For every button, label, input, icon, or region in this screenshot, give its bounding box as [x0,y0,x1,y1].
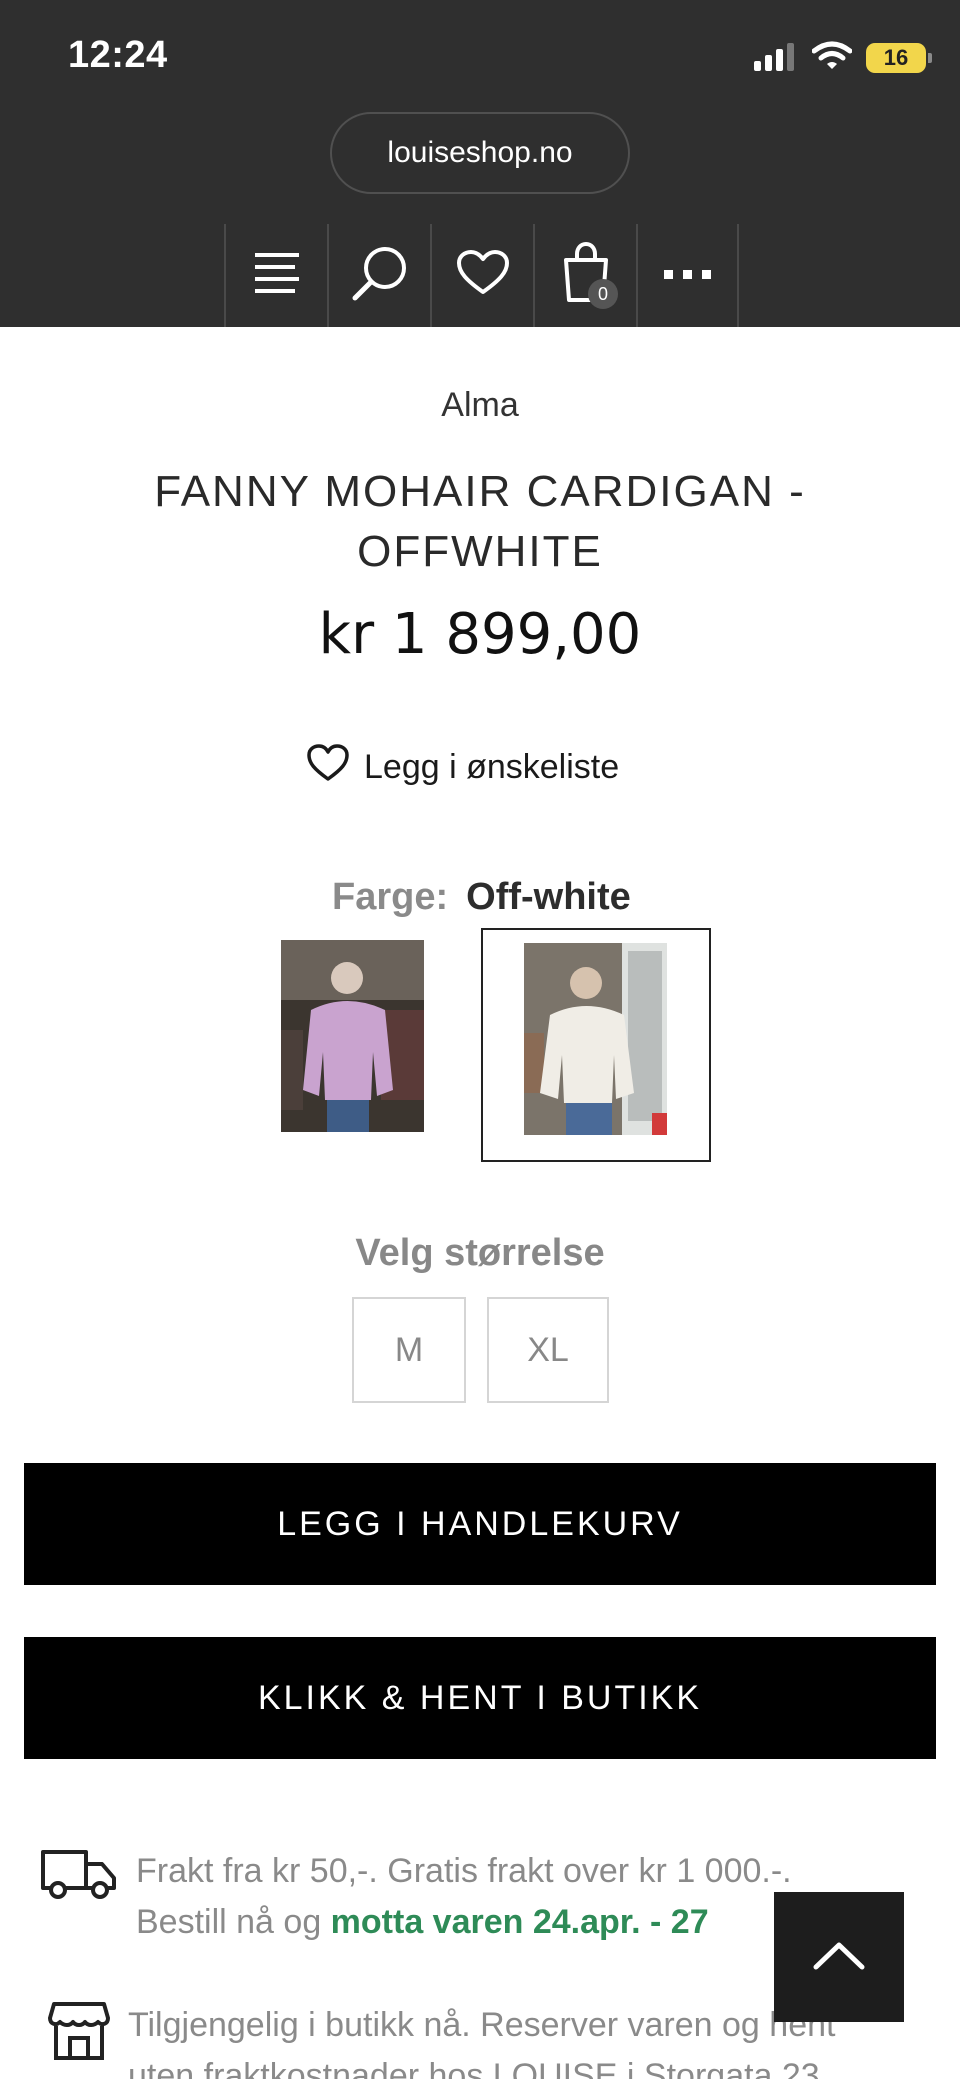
product-price: kr 1 899,00 [318,602,642,667]
color-label: Farge: [332,876,449,918]
click-and-collect-button[interactable]: KLIKK & HENT I BUTIKK [24,1637,936,1759]
site-nav: 0 [224,224,739,327]
store-line-1: Tilgjengelig i butikk nå. Reserver varen… [128,2006,836,2044]
wishlist-label: Legg i ønskeliste [364,748,620,786]
chevron-up-icon [812,1939,866,1976]
more-dots-icon [663,267,712,285]
shipping-text: Frakt fra kr 50,-. Gratis frakt over kr … [136,1846,792,1948]
signal-icon [754,41,798,76]
truck-icon [40,1846,118,1948]
wishlist-nav-button[interactable] [430,224,533,327]
heart-icon [456,250,510,301]
add-to-cart-button[interactable]: LEGG I HANDLEKURV [24,1463,936,1585]
more-button[interactable] [636,224,739,327]
search-button[interactable] [327,224,430,327]
search-icon [351,244,409,307]
status-icons: 16 [754,40,932,76]
store-icon [40,2000,110,2079]
shipping-line-1: Frakt fra kr 50,-. Gratis frakt over kr … [136,1852,792,1890]
delivery-prefix: Bestill nå og [136,1903,331,1941]
hamburger-icon [253,251,301,300]
size-option-m[interactable]: M [352,1297,466,1403]
menu-button[interactable] [224,224,327,327]
add-to-wishlist-button[interactable]: Legg i ønskeliste [306,744,619,791]
store-line-2: uten fraktkostnader hos LOUISE i Storgat… [128,2057,820,2079]
shipping-line-2: Bestill nå og motta varen 24.apr. - 27 [136,1897,792,1948]
product-title: FANNY MOHAIR CARDIGAN - OFFWHITE [154,467,806,576]
color-value: Off-white [466,876,631,918]
product-brand[interactable]: Alma [0,386,960,425]
size-label: Velg størrelse [355,1232,605,1274]
color-selector-heading: Farge: Off-white [332,876,631,919]
cart-count-badge: 0 [588,279,618,309]
battery-indicator: 16 [866,43,932,73]
scroll-to-top-button[interactable] [774,1892,904,2022]
browser-header: 12:24 16 louiseshop.no 0 [0,0,960,327]
cart-button[interactable]: 0 [533,224,636,327]
wifi-icon [811,41,853,76]
status-time: 12:24 [68,34,168,76]
delivery-estimate: motta varen 24.apr. - 27 [330,1903,709,1941]
heart-outline-icon [306,744,350,791]
color-swatch-offwhite[interactable] [524,943,667,1135]
color-swatch-pink[interactable] [281,940,424,1132]
size-option-xl[interactable]: XL [487,1297,609,1403]
store-text: Tilgjengelig i butikk nå. Reserver varen… [128,2000,835,2079]
url-bar[interactable]: louiseshop.no [330,112,630,194]
